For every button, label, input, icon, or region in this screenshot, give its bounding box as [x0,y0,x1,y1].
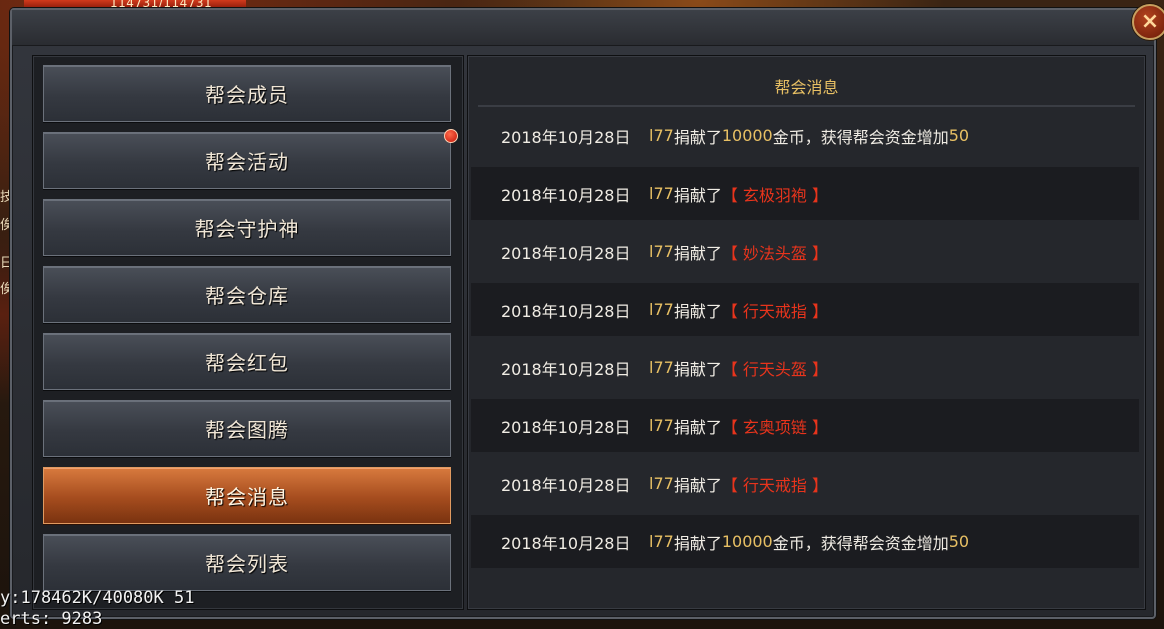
message-verb: 捐献了 [673,301,722,321]
message-verb: 捐献了 [673,359,722,379]
message-item-link[interactable]: 【 行天戒指 】 [722,298,828,322]
menu-label: 帮会消息 [205,485,289,509]
message-date: 2018年10月28日 [501,475,631,495]
message-item-link[interactable]: 【 行天头盔 】 [722,356,828,380]
menu-guild-members[interactable]: 帮会成员 [43,65,451,122]
message-date: 2018年10月28日 [501,533,631,553]
menu-label: 帮会仓库 [205,284,289,308]
message-row: 2018年10月28日 l77 捐献了 【 行天戒指 】 [471,457,1139,510]
menu-label: 帮会活动 [205,150,289,174]
guild-messages-panel: 帮会消息 2018年10月28日 l77 捐献了 10000 金币，获得帮会资金… [467,55,1146,610]
menu-guild-activities[interactable]: 帮会活动 [43,129,458,189]
message-row: 2018年10月28日 l77 捐献了 【 玄奥项链 】 [471,399,1139,452]
message-date: 2018年10月28日 [501,243,631,263]
panel-title: 帮会消息 [774,78,839,97]
message-verb: 捐献了 [673,127,722,147]
message-item-link[interactable]: 【 妙法头盔 】 [722,240,828,264]
debug-count-text: erts: 9283 [0,609,103,629]
message-row: 2018年10月28日 l77 捐献了 【 妙法头盔 】 [471,225,1139,278]
message-amount: 10000 [721,532,773,551]
message-player-name: l77 [649,474,674,493]
message-player-name: l77 [649,184,674,203]
menu-label: 帮会图腾 [205,418,289,442]
debug-memory-text: y:178462K/40080K 51 [0,588,195,608]
message-amount: 10000 [721,126,773,145]
menu-guild-list[interactable]: 帮会列表 [43,534,451,591]
message-verb: 捐献了 [673,185,722,205]
message-player-name: l77 [649,532,674,551]
title-divider [478,105,1135,107]
menu-guild-red-envelope[interactable]: 帮会红包 [43,333,451,390]
notification-dot-icon [444,129,458,143]
menu-guild-warehouse[interactable]: 帮会仓库 [43,266,451,323]
menu-guild-guardian[interactable]: 帮会守护神 [43,199,451,256]
message-row: 2018年10月28日 l77 捐献了 10000 金币，获得帮会资金增加 50 [471,515,1139,568]
message-row: 2018年10月28日 l77 捐献了 【 行天戒指 】 [471,283,1139,336]
message-date: 2018年10月28日 [501,185,631,205]
close-button[interactable]: × [1132,4,1164,40]
menu-guild-messages[interactable]: 帮会消息 [43,467,451,524]
message-bonus: 50 [948,126,970,145]
guild-window: × 帮会成员 帮会活动 帮会守护神 帮会仓库 帮会红包 帮会图腾 帮会消息 帮会… [10,4,1164,619]
message-row: 2018年10月28日 l77 捐献了 【 行天头盔 】 [471,341,1139,394]
message-verb: 捐献了 [673,243,722,263]
message-player-name: l77 [649,300,674,319]
menu-label: 帮会守护神 [194,217,300,241]
message-suffix: 金币，获得帮会资金增加 [772,127,949,147]
message-date: 2018年10月28日 [501,301,631,321]
guild-menu-panel: 帮会成员 帮会活动 帮会守护神 帮会仓库 帮会红包 帮会图腾 帮会消息 帮会列表 [32,55,464,610]
menu-guild-totem[interactable]: 帮会图腾 [43,400,451,457]
message-item-link[interactable]: 【 玄极羽袍 】 [722,182,828,206]
message-player-name: l77 [649,126,674,145]
message-row: 2018年10月28日 l77 捐献了 【 玄极羽袍 】 [471,167,1139,220]
close-icon: × [1140,9,1160,34]
message-verb: 捐献了 [673,533,722,553]
message-player-name: l77 [649,358,674,377]
message-item-link[interactable]: 【 行天戒指 】 [722,472,828,496]
menu-label: 帮会列表 [205,552,289,576]
message-suffix: 金币，获得帮会资金增加 [772,533,949,553]
window-titlebar [12,10,1154,46]
message-bonus: 50 [948,532,970,551]
message-row: 2018年10月28日 l77 捐献了 10000 金币，获得帮会资金增加 50 [471,109,1139,162]
message-player-name: l77 [649,416,674,435]
message-player-name: l77 [649,242,674,261]
message-item-link[interactable]: 【 玄奥项链 】 [722,414,828,438]
menu-label: 帮会红包 [205,351,289,375]
message-date: 2018年10月28日 [501,359,631,379]
message-verb: 捐献了 [673,475,722,495]
message-verb: 捐献了 [673,417,722,437]
menu-label: 帮会成员 [205,83,289,107]
message-date: 2018年10月28日 [501,417,631,437]
message-date: 2018年10月28日 [501,127,631,147]
